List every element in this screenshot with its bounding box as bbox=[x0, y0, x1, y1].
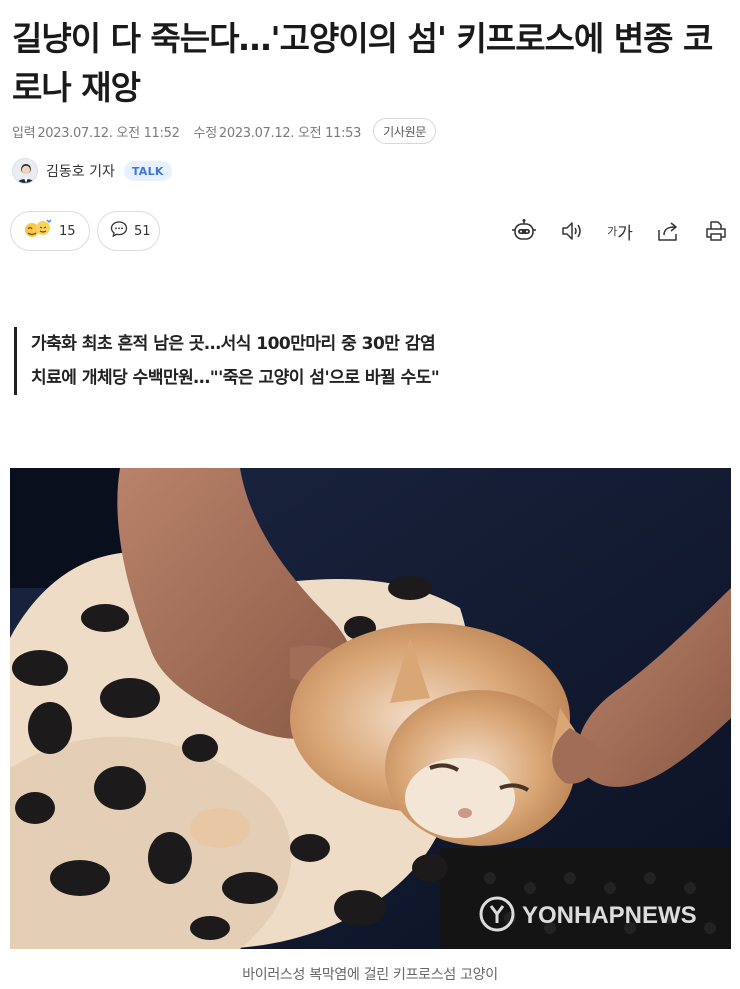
photo-caption: 바이러스성 복막염에 걸린 키프로스섬 고양이 bbox=[242, 967, 498, 983]
share-icon[interactable] bbox=[644, 214, 692, 248]
modified-date: 2023.07.12. 오전 11:53 bbox=[218, 125, 362, 141]
talk-button[interactable]: TALK bbox=[123, 161, 172, 181]
reporter-name[interactable]: 김동호 기자 bbox=[46, 161, 115, 181]
comment-button[interactable]: 51 bbox=[97, 211, 160, 251]
summary-line: 치료에 개체당 수백만원…"'죽은 고양이 섬'으로 바뀔 수도" bbox=[31, 368, 440, 388]
reaction-count: 15 bbox=[59, 223, 76, 239]
print-icon[interactable] bbox=[692, 214, 740, 248]
font-size-small-label: 가 bbox=[607, 225, 618, 238]
article-title: 길냥이 다 죽는다…'고양이의 섬' 키프로스에 변종 코로나 재앙 bbox=[12, 19, 713, 107]
comment-bubble-icon bbox=[110, 220, 128, 242]
font-size-large-label: 가 bbox=[617, 223, 633, 244]
ai-summary-robot-icon[interactable] bbox=[500, 214, 548, 248]
published-date: 2023.07.12. 오전 11:52 bbox=[37, 125, 180, 141]
reaction-button[interactable]: 15 bbox=[10, 211, 90, 251]
font-size-icon[interactable]: 가가 bbox=[596, 214, 644, 248]
speaker-icon[interactable] bbox=[548, 214, 596, 248]
modified-label: 수정 bbox=[193, 125, 218, 141]
original-article-button[interactable]: 기사원문 bbox=[373, 118, 437, 144]
photo-watermark: YONHAPNEWS bbox=[522, 902, 697, 929]
article-dates: 입력 2023.07.12. 오전 11:52 수정 2023.07.12. 오… bbox=[12, 118, 437, 144]
article-summary: 가축화 최초 흔적 남은 곳…서식 100만마리 중 30만 감염 치료에 개체… bbox=[14, 327, 714, 395]
article-photo[interactable]: YONHAPNEWS bbox=[10, 468, 731, 949]
summary-line: 가축화 최초 흔적 남은 곳…서식 100만마리 중 30만 감염 bbox=[31, 334, 436, 354]
article-toolbar: 가가 bbox=[500, 214, 740, 248]
reporter-info: 김동호 기자 TALK bbox=[12, 157, 172, 185]
published-label: 입력 bbox=[12, 125, 36, 141]
kitten-photo-illustration: YONHAPNEWS bbox=[10, 468, 731, 949]
emoji-reaction-icon bbox=[23, 218, 53, 244]
comment-count: 51 bbox=[134, 223, 151, 239]
reporter-avatar[interactable] bbox=[12, 158, 38, 184]
